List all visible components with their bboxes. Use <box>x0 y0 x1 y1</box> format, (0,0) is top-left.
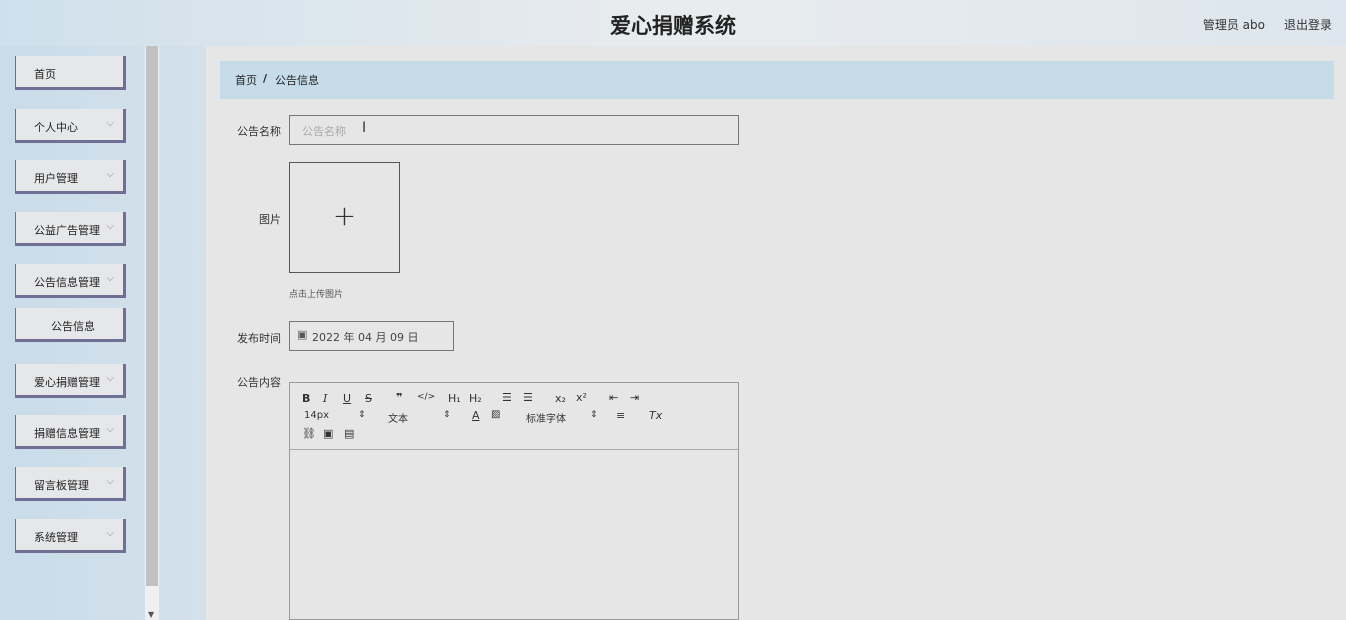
bold-icon[interactable]: B <box>302 392 310 405</box>
underline-icon[interactable]: U <box>343 392 351 405</box>
font-family-select[interactable]: 标准字体 <box>526 410 566 425</box>
chevron-down-icon: ⌵ <box>106 424 114 435</box>
logout-link[interactable]: 退出登录 <box>1284 16 1332 33</box>
text-cursor-icon: I <box>362 120 367 136</box>
publish-date-value: 2022 年 04 月 09 日 <box>312 331 419 344</box>
sidebar-item-label: 爱心捐赠管理 <box>34 376 100 389</box>
sidebar-item-notice[interactable]: 公告信息 <box>15 308 126 342</box>
current-user: 管理员 abo <box>1202 18 1265 32</box>
breadcrumb-separator: / <box>263 72 268 85</box>
plus-icon: + <box>332 199 357 232</box>
publish-date-picker[interactable]: ▣ 2022 年 04 月 09 日 <box>289 321 454 351</box>
sidebar-item-label: 公告信息 <box>51 320 95 333</box>
sidebar-item-ads[interactable]: 公益广告管理 ⌵ <box>15 212 126 246</box>
chevron-down-icon: ⌵ <box>106 476 114 487</box>
align-icon[interactable]: ≡ <box>616 409 625 422</box>
strikethrough-icon[interactable]: S <box>365 392 372 405</box>
outdent-icon[interactable]: ⇤ <box>609 391 618 404</box>
sidebar: 首页 个人中心 ⌵ 用户管理 ⌵ 公益广告管理 ⌵ 公告信息管理 ⌵ 公告信息 … <box>0 46 145 620</box>
breadcrumb-home[interactable]: 首页 <box>235 72 257 88</box>
background-color-icon[interactable]: ▨ <box>491 409 500 420</box>
heading2-icon[interactable]: H₂ <box>469 392 482 405</box>
text-type-select[interactable]: 文本 <box>388 410 408 425</box>
superscript-icon[interactable]: x² <box>576 391 587 404</box>
scroll-down-icon[interactable]: ▼ <box>148 610 154 619</box>
bullet-list-icon[interactable]: ☰ <box>523 391 533 404</box>
sort-icon: ⇕ <box>358 410 366 420</box>
scrollbar-thumb[interactable] <box>146 46 158 586</box>
ordered-list-icon[interactable]: ☰ <box>502 391 512 404</box>
chevron-down-icon: ⌵ <box>106 118 114 129</box>
font-size-select[interactable]: 14px <box>304 410 329 421</box>
notice-name-placeholder: 公告名称 <box>302 125 346 138</box>
sidebar-item-personal[interactable]: 个人中心 ⌵ <box>15 109 126 143</box>
sidebar-item-messages[interactable]: 留言板管理 ⌵ <box>15 467 126 501</box>
calendar-icon: ▣ <box>297 328 308 341</box>
sort-icon: ⇕ <box>443 410 451 420</box>
sidebar-item-label: 留言板管理 <box>34 479 89 492</box>
image-icon[interactable]: ▣ <box>323 427 333 440</box>
link-icon[interactable]: ⛓ <box>302 427 316 440</box>
upload-hint: 点击上传图片 <box>289 290 344 300</box>
font-color-icon[interactable]: A <box>472 409 480 422</box>
sidebar-item-label: 捐赠信息管理 <box>34 427 100 440</box>
breadcrumb-current: 公告信息 <box>275 74 319 87</box>
sidebar-item-users[interactable]: 用户管理 ⌵ <box>15 160 126 194</box>
app-title: 爱心捐赠系统 <box>610 14 736 38</box>
chevron-down-icon: ⌵ <box>106 221 114 232</box>
sidebar-scrollbar[interactable]: ▼ <box>145 46 159 620</box>
rich-text-editor[interactable]: B I U S ❞ </> H₁ H₂ ☰ ☰ x₂ x² ⇤ ⇥ 14px ⇕… <box>289 382 739 620</box>
chevron-down-icon: ⌵ <box>106 528 114 539</box>
publish-date-label: 发布时间 <box>237 332 281 345</box>
sidebar-item-notice-mgmt[interactable]: 公告信息管理 ⌵ <box>15 264 126 298</box>
main-content: 首页 / 公告信息 公告名称 公告名称 I 图片 + 点击上传图片 发布时间 ▣… <box>206 46 1346 620</box>
notice-content-label: 公告内容 <box>237 376 281 389</box>
code-icon[interactable]: </> <box>417 392 435 402</box>
indent-icon[interactable]: ⇥ <box>630 391 639 404</box>
heading1-icon[interactable]: H₁ <box>448 392 461 405</box>
blockquote-icon[interactable]: ❞ <box>396 391 402 404</box>
breadcrumb: 首页 / 公告信息 <box>220 61 1334 99</box>
sidebar-item-donation-info[interactable]: 捐赠信息管理 ⌵ <box>15 415 126 449</box>
sidebar-item-donation-mgmt[interactable]: 爱心捐赠管理 ⌵ <box>15 364 126 398</box>
chevron-down-icon: ⌵ <box>106 169 114 180</box>
image-label: 图片 <box>259 213 281 226</box>
chevron-down-icon: ⌵ <box>106 273 114 284</box>
clear-format-icon[interactable]: Tx <box>649 409 662 422</box>
sidebar-item-home[interactable]: 首页 <box>15 56 126 90</box>
image-upload-button[interactable]: + <box>289 162 400 273</box>
sidebar-item-label: 公益广告管理 <box>34 224 100 237</box>
notice-name-label: 公告名称 <box>237 125 281 138</box>
notice-name-input[interactable]: 公告名称 I <box>289 115 739 145</box>
chevron-down-icon: ⌵ <box>106 373 114 384</box>
sidebar-item-system[interactable]: 系统管理 ⌵ <box>15 519 126 553</box>
video-icon[interactable]: ▤ <box>344 427 354 440</box>
sidebar-item-label: 用户管理 <box>34 172 78 185</box>
sort-icon: ⇕ <box>590 410 598 420</box>
app-header: 爱心捐赠系统 管理员 abo 退出登录 <box>0 0 1346 46</box>
sidebar-item-label: 系统管理 <box>34 531 78 544</box>
sidebar-item-label: 个人中心 <box>34 121 78 134</box>
subscript-icon[interactable]: x₂ <box>555 392 566 405</box>
editor-toolbar: B I U S ❞ </> H₁ H₂ ☰ ☰ x₂ x² ⇤ ⇥ 14px ⇕… <box>290 383 738 450</box>
sidebar-item-label: 首页 <box>34 68 56 81</box>
italic-icon[interactable]: I <box>323 392 327 405</box>
sidebar-item-label: 公告信息管理 <box>34 276 100 289</box>
